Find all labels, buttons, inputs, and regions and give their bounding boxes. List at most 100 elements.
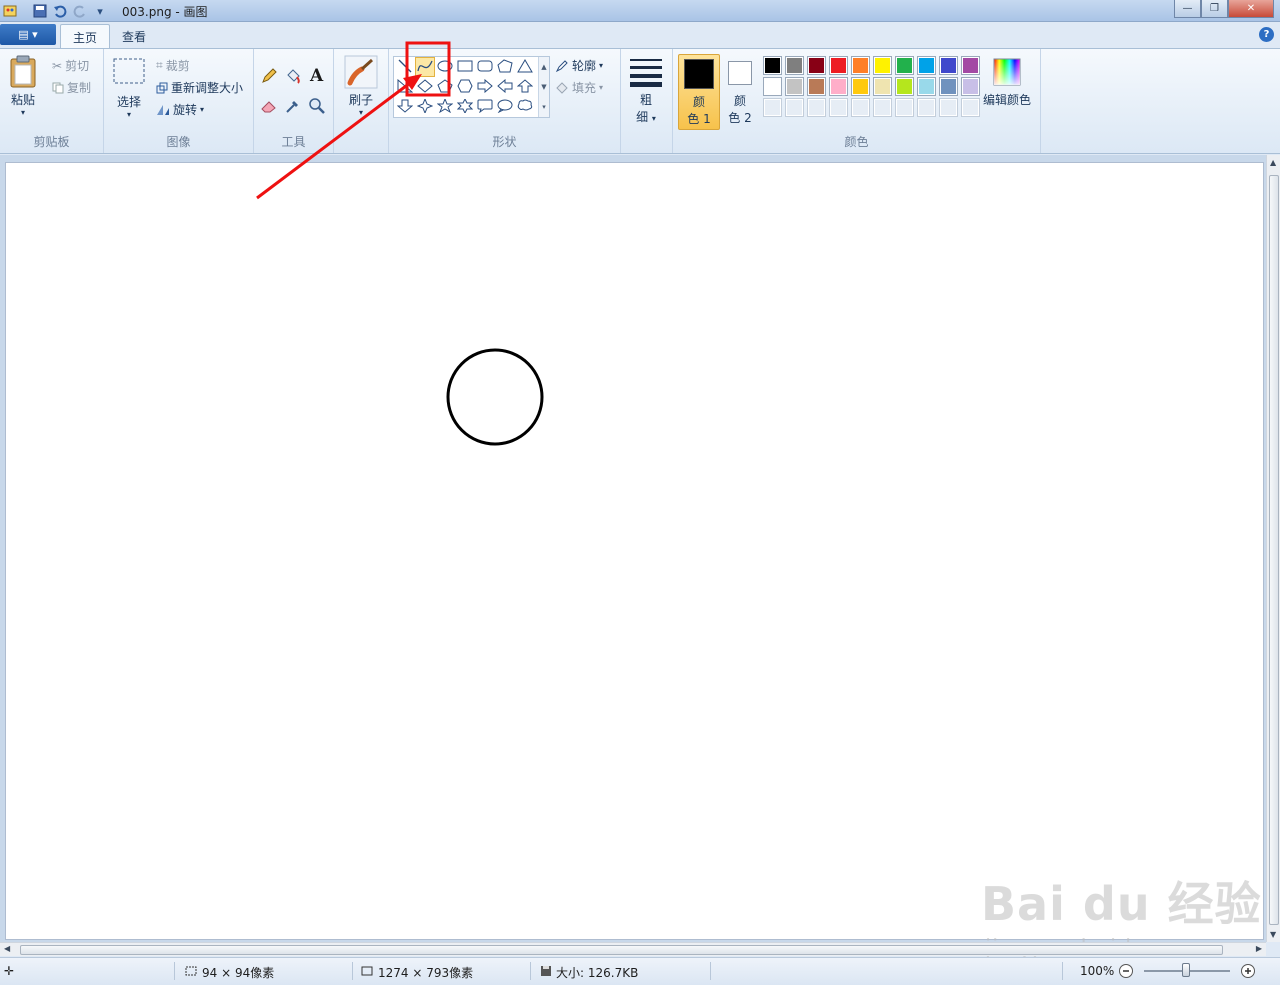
gallery-down-icon[interactable]: ▼ <box>541 83 546 91</box>
shape-oval-callout[interactable] <box>495 97 515 117</box>
palette-swatch[interactable] <box>851 77 870 96</box>
fill-button[interactable] <box>284 67 302 85</box>
palette-swatch-empty[interactable] <box>763 98 782 117</box>
palette-swatch-empty[interactable] <box>807 98 826 117</box>
shapes-gallery-scrollbar[interactable]: ▲ ▼ ▾ <box>538 57 549 117</box>
edit-colors-button[interactable]: 编辑颜色 <box>983 57 1031 108</box>
shape-curve[interactable] <box>415 57 435 77</box>
palette-swatch[interactable] <box>873 56 892 75</box>
app-menu-button[interactable]: ▤ ▾ <box>0 24 56 45</box>
palette-swatch[interactable] <box>829 56 848 75</box>
shape-right-triangle[interactable] <box>395 77 415 97</box>
palette-swatch[interactable] <box>829 77 848 96</box>
palette-swatch[interactable] <box>763 56 782 75</box>
undo-icon[interactable] <box>52 3 68 19</box>
save-icon[interactable] <box>32 3 48 19</box>
zoom-slider-thumb[interactable] <box>1182 963 1190 977</box>
palette-swatch[interactable] <box>785 56 804 75</box>
palette-swatch[interactable] <box>961 77 980 96</box>
palette-swatch-empty[interactable] <box>939 98 958 117</box>
horizontal-scroll-thumb[interactable] <box>20 945 1223 955</box>
shape-rectangle[interactable] <box>455 57 475 77</box>
redo-icon[interactable] <box>72 3 88 19</box>
palette-swatch-empty[interactable] <box>785 98 804 117</box>
shape-oval[interactable] <box>435 57 455 77</box>
gallery-up-icon[interactable]: ▲ <box>541 63 546 71</box>
shape-cloud-callout[interactable] <box>515 97 535 117</box>
color1-button[interactable]: 颜 色 1 <box>678 54 720 130</box>
vertical-scrollbar[interactable]: ▲ ▼ <box>1266 155 1280 942</box>
shape-six-point-star[interactable] <box>455 97 475 117</box>
resize-button[interactable]: 重新调整大小 <box>156 79 243 96</box>
shape-left-arrow[interactable] <box>495 77 515 97</box>
color-picker-button[interactable] <box>284 97 302 115</box>
eraser-button[interactable] <box>260 97 278 115</box>
scroll-left-icon[interactable]: ◀ <box>4 944 10 953</box>
shape-right-arrow[interactable] <box>475 77 495 97</box>
cut-button[interactable]: ✂ 剪切 <box>52 57 89 74</box>
palette-swatch[interactable] <box>917 56 936 75</box>
close-button[interactable]: ✕ <box>1228 0 1274 18</box>
crop-button[interactable]: ⌗ 裁剪 <box>156 57 190 74</box>
fill-shape-button[interactable]: 填充 ▾ <box>555 79 603 96</box>
shape-polygon[interactable] <box>495 57 515 77</box>
scroll-up-icon[interactable]: ▲ <box>1270 158 1276 167</box>
scroll-right-icon[interactable]: ▶ <box>1256 944 1262 953</box>
scroll-down-icon[interactable]: ▼ <box>1270 930 1276 939</box>
zoom-out-button[interactable] <box>1118 963 1134 982</box>
palette-swatch[interactable] <box>961 56 980 75</box>
select-button[interactable]: 选择 ▾ <box>112 57 146 119</box>
zoom-slider[interactable] <box>1144 963 1230 977</box>
maximize-button[interactable]: ❐ <box>1201 0 1228 18</box>
shape-line[interactable] <box>395 57 415 77</box>
customize-toolbar-icon[interactable]: ▾ <box>92 3 108 19</box>
brushes-button[interactable]: 刷子 ▾ <box>344 55 378 117</box>
palette-swatch[interactable] <box>785 77 804 96</box>
shape-rounded-callout[interactable] <box>475 97 495 117</box>
zoom-in-button[interactable] <box>1240 963 1256 982</box>
pencil-button[interactable] <box>260 67 278 85</box>
color2-button[interactable]: 颜 色 2 <box>724 54 756 130</box>
paint-app-icon[interactable] <box>2 3 18 19</box>
palette-swatch-empty[interactable] <box>829 98 848 117</box>
shape-up-arrow[interactable] <box>515 77 535 97</box>
palette-swatch-empty[interactable] <box>873 98 892 117</box>
palette-swatch[interactable] <box>807 77 826 96</box>
shape-down-arrow[interactable] <box>395 97 415 117</box>
shape-diamond[interactable] <box>415 77 435 97</box>
text-button[interactable]: A <box>310 66 323 86</box>
drawing-canvas[interactable]: Bai du 经验 jingyan.baidu.com <box>5 162 1264 961</box>
minimize-button[interactable]: — <box>1174 0 1201 18</box>
magnifier-button[interactable] <box>308 97 326 115</box>
help-icon[interactable]: ? <box>1259 27 1274 42</box>
palette-swatch-empty[interactable] <box>961 98 980 117</box>
rotate-button[interactable]: 旋转 ▾ <box>156 101 204 118</box>
palette-swatch[interactable] <box>895 77 914 96</box>
palette-swatch-empty[interactable] <box>917 98 936 117</box>
tab-home[interactable]: 主页 <box>60 24 111 48</box>
palette-swatch-empty[interactable] <box>895 98 914 117</box>
paste-button[interactable]: 粘贴 ▾ <box>8 55 38 117</box>
shape-hexagon[interactable] <box>455 77 475 97</box>
palette-swatch[interactable] <box>851 56 870 75</box>
shape-pentagon[interactable] <box>435 77 455 97</box>
shape-four-point-star[interactable] <box>415 97 435 117</box>
palette-swatch[interactable] <box>939 56 958 75</box>
size-button[interactable]: 粗 细 ▾ <box>629 57 663 125</box>
palette-swatch[interactable] <box>763 77 782 96</box>
palette-swatch[interactable] <box>917 77 936 96</box>
shape-rounded-rectangle[interactable] <box>475 57 495 77</box>
tab-view[interactable]: 查看 <box>110 24 158 48</box>
outline-button[interactable]: 轮廓 ▾ <box>555 57 603 74</box>
palette-swatch-empty[interactable] <box>851 98 870 117</box>
horizontal-scrollbar[interactable]: ◀ ▶ <box>0 942 1266 956</box>
shape-five-point-star[interactable] <box>435 97 455 117</box>
copy-button[interactable]: 复制 <box>52 79 91 96</box>
palette-swatch[interactable] <box>895 56 914 75</box>
vertical-scroll-thumb[interactable] <box>1269 175 1279 925</box>
gallery-more-icon[interactable]: ▾ <box>542 103 546 111</box>
palette-swatch[interactable] <box>807 56 826 75</box>
shape-triangle[interactable] <box>515 57 535 77</box>
palette-swatch[interactable] <box>873 77 892 96</box>
palette-swatch[interactable] <box>939 77 958 96</box>
